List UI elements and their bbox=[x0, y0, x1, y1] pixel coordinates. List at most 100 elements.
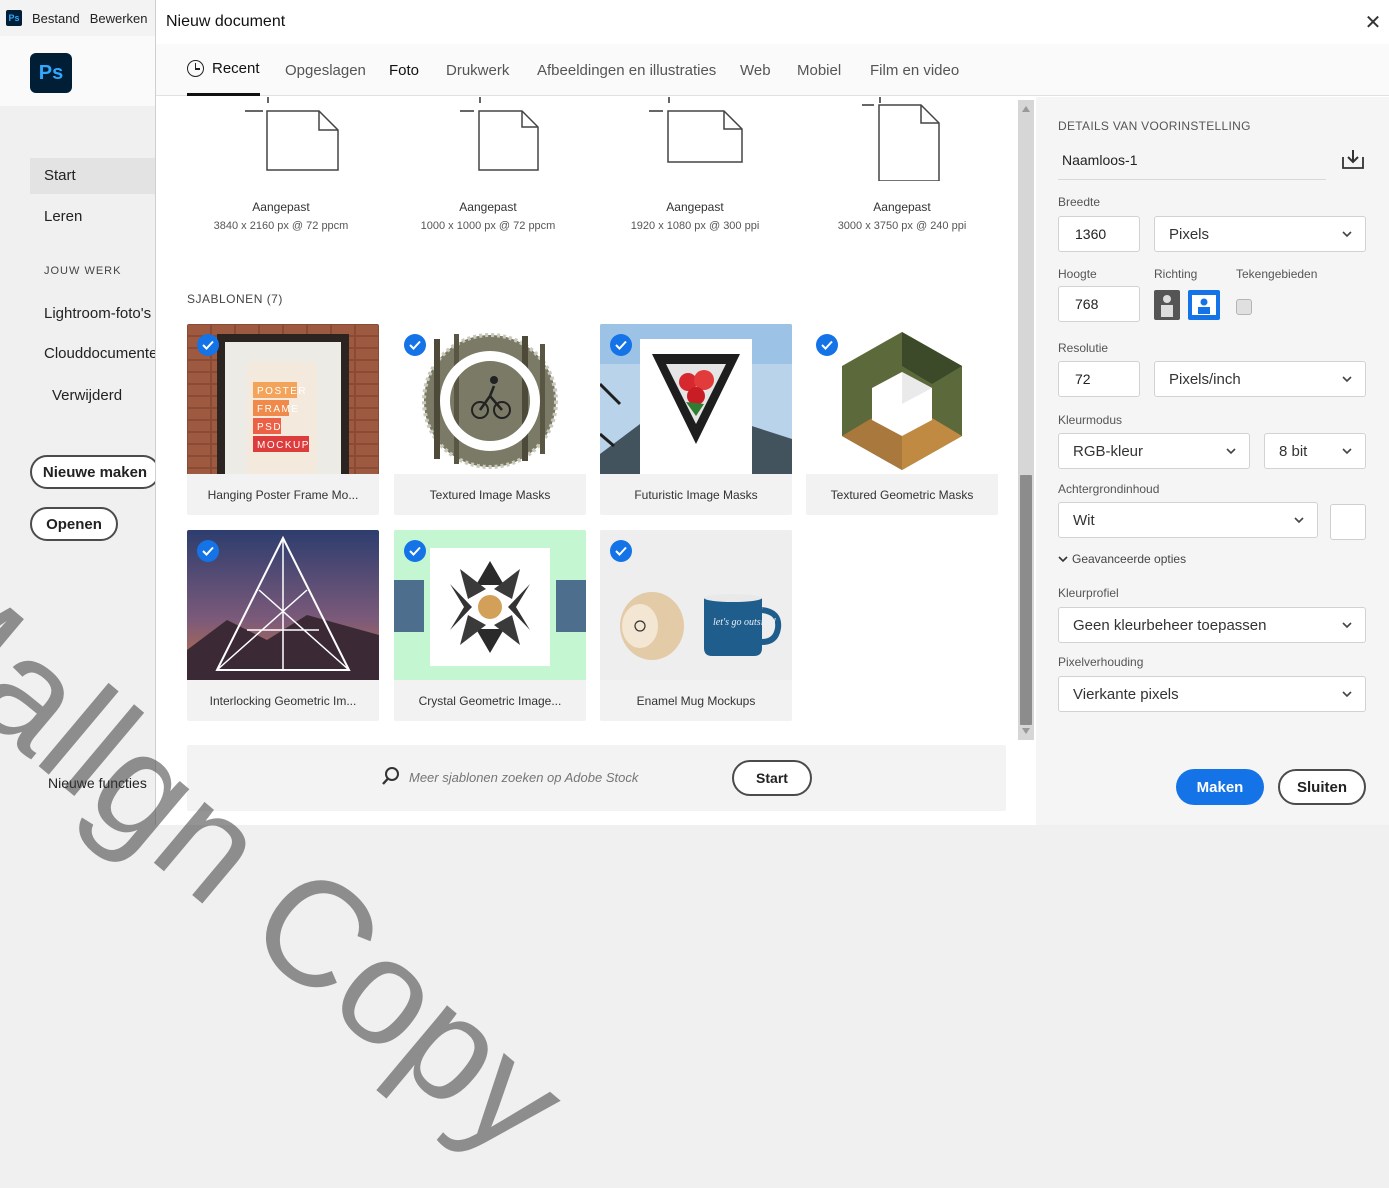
document-portrait-icon bbox=[862, 97, 940, 181]
tab-film-video[interactable]: Film en video bbox=[870, 44, 959, 96]
background-label: Achtergrondinhoud bbox=[1058, 482, 1160, 496]
chevron-down-icon bbox=[1342, 376, 1352, 383]
menu-file[interactable]: Bestand bbox=[32, 11, 80, 26]
template-name: Textured Geometric Masks bbox=[830, 487, 974, 502]
template-card[interactable]: Futuristic Image Masks bbox=[600, 324, 792, 515]
photoshop-mini-icon: Ps bbox=[6, 10, 22, 26]
close-button[interactable]: Sluiten bbox=[1278, 769, 1366, 805]
select-value: RGB-kleur bbox=[1073, 442, 1144, 460]
checkmark-icon bbox=[610, 540, 632, 562]
advanced-options-toggle[interactable]: Geavanceerde opties bbox=[1058, 552, 1186, 566]
chevron-down-icon bbox=[1058, 556, 1068, 563]
poster-word: POSTER bbox=[257, 386, 307, 397]
color-mode-label: Kleurmodus bbox=[1058, 413, 1123, 427]
poster-word: PSD bbox=[257, 422, 282, 433]
preset-name: Aangepast bbox=[666, 200, 724, 214]
document-square-icon bbox=[460, 97, 539, 171]
resolution-unit-select[interactable]: Pixels/inch bbox=[1154, 361, 1366, 397]
recent-preset-3[interactable]: Aangepast 1920 x 1080 px @ 300 ppi bbox=[595, 97, 795, 237]
template-card[interactable]: Interlocking Geometric Im... bbox=[187, 530, 379, 721]
width-unit-select[interactable]: Pixels bbox=[1154, 216, 1366, 252]
template-card[interactable]: POSTER FRAME PSD MOCKUP Hanging Poster F… bbox=[187, 324, 379, 515]
recent-preset-4[interactable]: Aangepast 3000 x 3750 px @ 240 ppi bbox=[802, 97, 1002, 237]
select-value: 8 bit bbox=[1279, 442, 1308, 460]
new-document-dialog: Nieuw document ✕ Recent Opgeslagen Foto … bbox=[155, 0, 1389, 825]
chevron-down-icon bbox=[1294, 517, 1304, 524]
orientation-label: Richting bbox=[1154, 267, 1198, 281]
preset-size: 3840 x 2160 px @ 72 ppcm bbox=[213, 220, 349, 232]
sidebar-item-whats-new[interactable]: Nieuwe functies bbox=[30, 767, 160, 799]
template-name: Hanging Poster Frame Mo... bbox=[207, 487, 359, 502]
background-color-swatch[interactable] bbox=[1330, 504, 1366, 540]
template-card[interactable]: let's go outside! Enamel Mug Mockups bbox=[600, 530, 792, 721]
preset-tabs: Recent Opgeslagen Foto Drukwerk Afbeeldi… bbox=[156, 44, 1389, 96]
template-card[interactable]: Textured Image Masks bbox=[394, 324, 586, 515]
recent-preset-1[interactable]: Aangepast 3840 x 2160 px @ 72 ppcm bbox=[181, 97, 381, 237]
background-select[interactable]: Wit bbox=[1058, 502, 1318, 538]
open-button[interactable]: Openen bbox=[30, 507, 118, 541]
scroll-up-icon[interactable] bbox=[1022, 106, 1030, 112]
checkmark-icon bbox=[197, 334, 219, 356]
width-input[interactable]: 1360 bbox=[1058, 216, 1140, 252]
stock-search-button[interactable]: Start bbox=[732, 760, 812, 796]
select-value: Geen kleurbeheer toepassen bbox=[1073, 616, 1267, 634]
select-value: Vierkante pixels bbox=[1073, 685, 1179, 703]
template-name: Crystal Geometric Image... bbox=[418, 693, 562, 708]
checkmark-icon bbox=[197, 540, 219, 562]
document-name-field[interactable]: Naamloos-1 bbox=[1062, 152, 1137, 168]
sidebar-item-lightroom[interactable]: Lightroom-foto's bbox=[30, 298, 160, 330]
scroll-down-icon[interactable] bbox=[1022, 728, 1030, 734]
select-value: Wit bbox=[1073, 511, 1095, 529]
menu-edit[interactable]: Bewerken bbox=[90, 11, 148, 26]
sidebar-item-start[interactable]: Start bbox=[30, 158, 160, 194]
height-input[interactable]: 768 bbox=[1058, 286, 1140, 322]
save-preset-icon[interactable] bbox=[1340, 147, 1366, 171]
chevron-down-icon bbox=[1342, 622, 1352, 629]
template-card[interactable]: Textured Geometric Masks bbox=[806, 324, 998, 515]
tab-mobile[interactable]: Mobiel bbox=[797, 44, 841, 96]
tab-web[interactable]: Web bbox=[740, 44, 771, 96]
clock-icon bbox=[187, 60, 204, 77]
presets-content: Aangepast 3840 x 2160 px @ 72 ppcm Aange… bbox=[156, 97, 1018, 825]
sidebar-item-cloud-docs[interactable]: Clouddocumenten bbox=[30, 338, 166, 370]
landscape-orientation-icon[interactable] bbox=[1188, 290, 1220, 320]
create-button[interactable]: Maken bbox=[1176, 769, 1264, 805]
portrait-orientation-icon[interactable] bbox=[1154, 290, 1180, 320]
recent-preset-2[interactable]: Aangepast 1000 x 1000 px @ 72 ppcm bbox=[388, 97, 588, 237]
chevron-down-icon bbox=[1342, 448, 1352, 455]
color-mode-select[interactable]: RGB-kleur bbox=[1058, 433, 1250, 469]
tab-label: Recent bbox=[212, 60, 260, 77]
tab-recent[interactable]: Recent bbox=[187, 44, 260, 96]
bit-depth-select[interactable]: 8 bit bbox=[1264, 433, 1366, 469]
close-icon[interactable]: ✕ bbox=[1361, 10, 1385, 34]
chevron-down-icon bbox=[1226, 448, 1236, 455]
templates-heading: SJABLONEN (7) bbox=[187, 292, 283, 306]
preset-size: 1000 x 1000 px @ 72 ppcm bbox=[420, 220, 556, 232]
resolution-input[interactable]: 72 bbox=[1058, 361, 1140, 397]
tab-photo[interactable]: Foto bbox=[389, 44, 419, 96]
search-icon bbox=[380, 765, 402, 787]
new-file-button[interactable]: Nieuwe maken bbox=[30, 455, 160, 489]
sidebar-item-deleted[interactable]: Verwijderd bbox=[30, 380, 160, 412]
sidebar-section-heading: JOUW WERK bbox=[44, 265, 122, 277]
pixel-aspect-select[interactable]: Vierkante pixels bbox=[1058, 676, 1366, 712]
template-card[interactable]: Crystal Geometric Image... bbox=[394, 530, 586, 721]
preset-size: 1920 x 1080 px @ 300 ppi bbox=[630, 220, 760, 232]
content-scrollbar[interactable] bbox=[1018, 100, 1034, 740]
details-heading: DETAILS VAN VOORINSTELLING bbox=[1058, 119, 1251, 133]
color-profile-select[interactable]: Geen kleurbeheer toepassen bbox=[1058, 607, 1366, 643]
photoshop-logo: Ps bbox=[30, 53, 72, 93]
tab-art-illustration[interactable]: Afbeeldingen en illustraties bbox=[537, 44, 716, 96]
checkmark-icon bbox=[610, 334, 632, 356]
artboards-checkbox[interactable] bbox=[1236, 299, 1252, 315]
advanced-options-label: Geavanceerde opties bbox=[1072, 552, 1187, 566]
sidebar-item-learn[interactable]: Leren bbox=[30, 199, 160, 235]
stock-search-input[interactable] bbox=[407, 765, 707, 789]
scroll-thumb[interactable] bbox=[1020, 475, 1032, 725]
tab-saved[interactable]: Opgeslagen bbox=[285, 44, 366, 96]
app-menubar: Ps Bestand Bewerken bbox=[0, 0, 160, 36]
template-name: Interlocking Geometric Im... bbox=[209, 693, 357, 708]
checkmark-icon bbox=[404, 334, 426, 356]
resolution-label: Resolutie bbox=[1058, 341, 1109, 355]
tab-print[interactable]: Drukwerk bbox=[446, 44, 509, 96]
